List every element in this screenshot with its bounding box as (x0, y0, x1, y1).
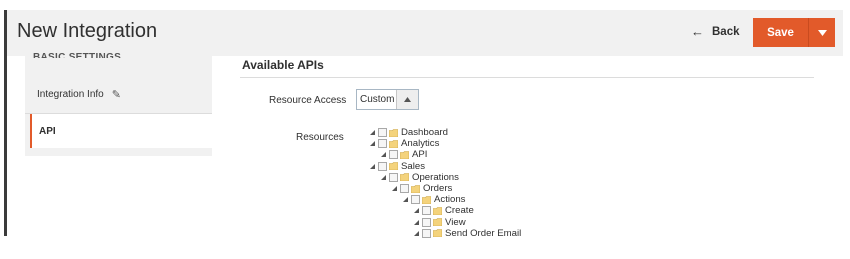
tree-expand-icon[interactable] (379, 149, 387, 160)
tree-checkbox[interactable] (389, 150, 398, 160)
folder-icon (389, 139, 398, 148)
tree-node: Create (412, 205, 474, 216)
tree-node-label[interactable]: Analytics (401, 138, 439, 149)
tree-node: Orders (390, 183, 452, 194)
tree-node: View (412, 217, 466, 228)
tree-checkbox[interactable] (378, 161, 387, 171)
tree-checkbox[interactable] (422, 217, 431, 227)
save-options-toggle[interactable] (808, 18, 835, 47)
tree-node-label[interactable]: Operations (412, 172, 459, 183)
arrow-left-icon: ← (691, 24, 704, 39)
tree-node-label[interactable]: Orders (423, 183, 452, 194)
sidebar: BASIC SETTINGS Integration Info ✎ API (25, 52, 212, 156)
folder-icon (411, 184, 420, 193)
tree-expand-icon[interactable] (368, 138, 376, 149)
tree-expand-icon[interactable] (368, 161, 376, 172)
tree-checkbox[interactable] (378, 128, 387, 137)
tree-node-label[interactable]: Sales (401, 161, 425, 172)
tree-checkbox[interactable] (422, 206, 431, 216)
sidebar-item-label: API (39, 125, 56, 137)
sidebar-item-api[interactable]: API (30, 114, 212, 148)
tree-node-label[interactable]: Send Order Email (445, 228, 521, 239)
tree-checkbox[interactable] (378, 139, 387, 149)
sidebar-section-heading: BASIC SETTINGS (33, 52, 122, 58)
tree-checkbox[interactable] (411, 195, 420, 205)
tree-expand-icon[interactable] (379, 172, 387, 183)
tree-checkbox[interactable] (400, 184, 409, 193)
tree-checkbox[interactable] (389, 172, 398, 182)
page-title: New Integration (17, 20, 158, 42)
section-title: Available APIs (242, 58, 324, 72)
back-label: Back (712, 25, 740, 38)
back-button[interactable]: ← Back (691, 24, 740, 39)
folder-icon (400, 173, 409, 182)
tree-node: API (379, 149, 427, 160)
select-arrow (396, 90, 418, 109)
tree-expand-icon[interactable] (390, 183, 398, 194)
tree-node-label[interactable]: Create (445, 205, 474, 216)
page-header: New Integration ← Back Save (7, 10, 843, 56)
tree-expand-icon[interactable] (412, 205, 420, 216)
tree-expand-icon[interactable] (368, 127, 376, 138)
chevron-down-icon (817, 29, 827, 36)
caret-up-icon (404, 97, 411, 102)
tree-expand-icon[interactable] (412, 228, 420, 239)
tree-node-label[interactable]: View (445, 217, 466, 228)
tree-node-label[interactable]: Actions (434, 194, 465, 205)
tree-node: Sales (368, 161, 425, 172)
folder-icon (400, 151, 409, 159)
tree-checkbox[interactable] (422, 228, 431, 238)
tree-expand-icon[interactable] (412, 217, 420, 228)
sidebar-item-label: Integration Info (37, 88, 104, 100)
resource-access-label: Resource Access (269, 95, 347, 106)
folder-icon (433, 229, 442, 238)
folder-icon (389, 162, 398, 171)
tree-node: Send Order Email (412, 228, 521, 239)
tree-node: Dashboard (368, 127, 448, 138)
folder-icon (389, 128, 398, 137)
folder-icon (433, 207, 442, 215)
resource-access-value: Custom (360, 94, 395, 105)
tree-node: Actions (401, 194, 465, 205)
tree-node: Operations (379, 172, 459, 183)
save-button[interactable]: Save (753, 18, 808, 47)
folder-icon (433, 218, 442, 227)
tree-node-label[interactable]: API (412, 149, 427, 160)
section-divider (240, 77, 814, 78)
resource-access-select[interactable]: Custom (356, 89, 419, 110)
page: New Integration ← Back Save BASIC SETTIN… (0, 0, 850, 259)
tree-node-label[interactable]: Dashboard (401, 127, 448, 138)
folder-icon (422, 195, 431, 204)
tree-expand-icon[interactable] (401, 194, 409, 205)
resources-label: Resources (296, 132, 344, 143)
save-button-group: Save (753, 18, 835, 47)
tree-node: Analytics (368, 138, 439, 149)
sidebar-item-integration-info[interactable]: Integration Info ✎ (25, 74, 212, 114)
pencil-icon: ✎ (111, 88, 121, 101)
